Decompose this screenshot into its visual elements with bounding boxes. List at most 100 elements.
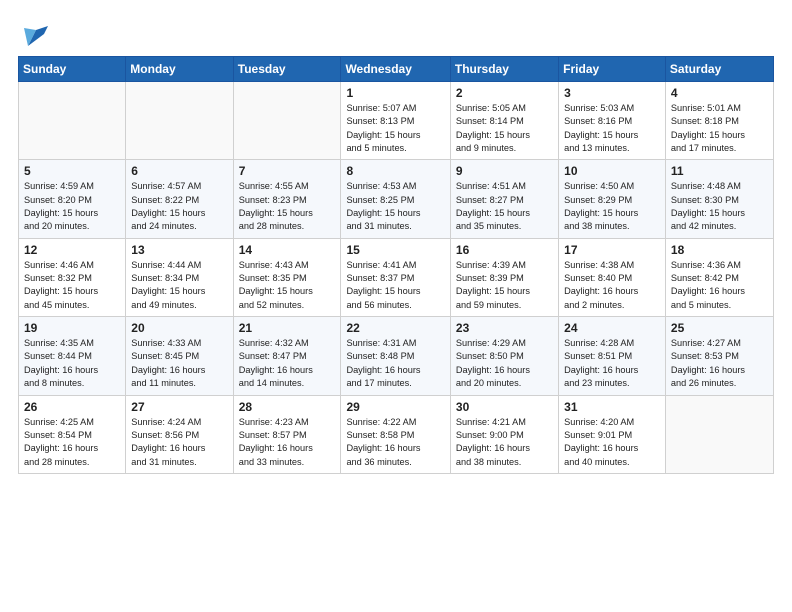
- daylight-text: and 17 minutes.: [346, 378, 411, 388]
- sunrise-text: Sunrise: 4:48 AM: [671, 181, 741, 191]
- day-number: 30: [456, 400, 553, 414]
- day-number: 15: [346, 243, 444, 257]
- day-content: Sunrise: 4:22 AMSunset: 8:58 PMDaylight:…: [346, 416, 444, 469]
- sunset-text: Sunset: 8:42 PM: [671, 273, 739, 283]
- sunrise-text: Sunrise: 4:31 AM: [346, 338, 416, 348]
- daylight-text: Daylight: 15 hours: [24, 208, 98, 218]
- sunrise-text: Sunrise: 5:03 AM: [564, 103, 634, 113]
- daylight-text: and 28 minutes.: [239, 221, 304, 231]
- day-number: 5: [24, 164, 120, 178]
- day-number: 25: [671, 321, 768, 335]
- day-content: Sunrise: 4:55 AMSunset: 8:23 PMDaylight:…: [239, 180, 336, 233]
- daylight-text: and 2 minutes.: [564, 300, 624, 310]
- sunrise-text: Sunrise: 5:05 AM: [456, 103, 526, 113]
- daylight-text: Daylight: 16 hours: [131, 443, 205, 453]
- day-content: Sunrise: 4:38 AMSunset: 8:40 PMDaylight:…: [564, 259, 660, 312]
- calendar-cell: 20Sunrise: 4:33 AMSunset: 8:45 PMDayligh…: [126, 317, 233, 395]
- day-number: 28: [239, 400, 336, 414]
- day-content: Sunrise: 4:57 AMSunset: 8:22 PMDaylight:…: [131, 180, 227, 233]
- daylight-text: Daylight: 15 hours: [131, 286, 205, 296]
- weekday-header-friday: Friday: [559, 57, 666, 82]
- day-content: Sunrise: 4:25 AMSunset: 8:54 PMDaylight:…: [24, 416, 120, 469]
- daylight-text: and 31 minutes.: [131, 457, 196, 467]
- calendar-cell: 28Sunrise: 4:23 AMSunset: 8:57 PMDayligh…: [233, 395, 341, 473]
- daylight-text: and 49 minutes.: [131, 300, 196, 310]
- day-number: 10: [564, 164, 660, 178]
- calendar-cell: 17 Sunrise: 4:38 AMSunset: 8:40 PMDayligh…: [559, 238, 666, 316]
- day-content: Sunrise: 5:05 AMSunset: 8:14 PMDaylight:…: [456, 102, 553, 155]
- day-content: Sunrise: 4:39 AM Sunset: 8:39 PM Daylight:…: [456, 259, 553, 312]
- day-content: Sunrise: 4:28 AMSunset: 8:51 PMDaylight:…: [564, 337, 660, 390]
- sunrise-text: Sunrise: 4:38 AM: [564, 260, 634, 270]
- day-number: 22: [346, 321, 444, 335]
- calendar-cell: 30 Sunrise: 4:21 AMSunset: 9:00 PMDayligh…: [450, 395, 558, 473]
- calendar-week-4: 19Sunrise: 4:35 AMSunset: 8:44 PMDayligh…: [19, 317, 774, 395]
- sunset-text: Sunset: 8:20 PM: [24, 195, 92, 205]
- daylight-text: Daylight: 15 hours: [239, 208, 313, 218]
- sunset-text: Sunset: 9:00 PM: [456, 430, 524, 440]
- daylight-text: and 36 minutes.: [346, 457, 411, 467]
- page: SundayMondayTuesdayWednesdayThursdayFrid…: [0, 0, 792, 612]
- header: [18, 18, 774, 46]
- daylight-text: Daylight: 15 hours: [346, 130, 420, 140]
- daylight-text: and 26 minutes.: [671, 378, 736, 388]
- sunset-text: Sunset: 8:14 PM: [456, 116, 524, 126]
- day-content: Sunrise: 4:33 AMSunset: 8:45 PMDaylight:…: [131, 337, 227, 390]
- sunrise-text: Sunrise: 4:39 AM: [456, 260, 526, 270]
- daylight-text: Daylight: 16 hours: [24, 365, 98, 375]
- day-content: Sunrise: 5:07 AMSunset: 8:13 PMDaylight:…: [346, 102, 444, 155]
- daylight-text: Daylight: 16 hours: [564, 443, 638, 453]
- sunset-text: Sunset: 8:48 PM: [346, 351, 414, 361]
- day-number: 17: [564, 243, 660, 257]
- sunrise-text: Sunrise: 4:22 AM: [346, 417, 416, 427]
- day-content: Sunrise: 4:50 AMSunset: 8:29 PMDaylight:…: [564, 180, 660, 233]
- calendar-cell: [233, 82, 341, 160]
- daylight-text: and 20 minutes.: [456, 378, 521, 388]
- daylight-text: and 33 minutes.: [239, 457, 304, 467]
- sunset-text: Sunset: 8:53 PM: [671, 351, 739, 361]
- sunrise-text: Sunrise: 4:41 AM: [346, 260, 416, 270]
- weekday-header-row: SundayMondayTuesdayWednesdayThursdayFrid…: [19, 57, 774, 82]
- daylight-text: Daylight: 15 hours: [131, 208, 205, 218]
- calendar-week-2: 5 Sunrise: 4:59 AMSunset: 8:20 PMDaylight…: [19, 160, 774, 238]
- sunset-text: Sunset: 8:39 PM: [456, 273, 524, 283]
- day-number: 12: [24, 243, 120, 257]
- daylight-text: Daylight: 15 hours: [239, 286, 313, 296]
- sunset-text: Sunset: 8:37 PM: [346, 273, 414, 283]
- logo: [18, 18, 52, 46]
- day-number: 18: [671, 243, 768, 257]
- day-content: Sunrise: 4:21 AMSunset: 9:00 PMDaylight:…: [456, 416, 553, 469]
- sunset-text: Sunset: 8:30 PM: [671, 195, 739, 205]
- day-content: Sunrise: 4:29 AMSunset: 8:50 PMDaylight:…: [456, 337, 553, 390]
- daylight-text: and 35 minutes.: [456, 221, 521, 231]
- sunset-text: Sunset: 8:54 PM: [24, 430, 92, 440]
- sunset-text: Sunset: 9:01 PM: [564, 430, 632, 440]
- daylight-text: Daylight: 15 hours: [456, 286, 530, 296]
- day-content: Sunrise: 4:24 AMSunset: 8:56 PMDaylight:…: [131, 416, 227, 469]
- sunset-text: Sunset: 8:13 PM: [346, 116, 414, 126]
- daylight-text: Daylight: 16 hours: [456, 443, 530, 453]
- day-number: 31: [564, 400, 660, 414]
- calendar-table: SundayMondayTuesdayWednesdayThursdayFrid…: [18, 56, 774, 474]
- day-number: 21: [239, 321, 336, 335]
- sunset-text: Sunset: 8:50 PM: [456, 351, 524, 361]
- daylight-text: and 17 minutes.: [671, 143, 736, 153]
- day-content: Sunrise: 4:59 AMSunset: 8:20 PMDaylight:…: [24, 180, 120, 233]
- calendar-cell: 25Sunrise: 4:27 AMSunset: 8:53 PMDayligh…: [665, 317, 773, 395]
- daylight-text: Daylight: 15 hours: [24, 286, 98, 296]
- daylight-text: Daylight: 15 hours: [564, 130, 638, 140]
- calendar-cell: 15 Sunrise: 4:41 AM Sunset: 8:37 PM Dayligh…: [341, 238, 450, 316]
- sunrise-text: Sunrise: 4:50 AM: [564, 181, 634, 191]
- sunset-text: Sunset: 8:57 PM: [239, 430, 307, 440]
- day-number: 24: [564, 321, 660, 335]
- day-number: 6: [131, 164, 227, 178]
- day-content: Sunrise: 4:41 AM Sunset: 8:37 PM Daylight:…: [346, 259, 444, 312]
- day-content: Sunrise: 4:36 AMSunset: 8:42 PMDaylight:…: [671, 259, 768, 312]
- daylight-text: and 24 minutes.: [131, 221, 196, 231]
- sunrise-text: Sunrise: 4:24 AM: [131, 417, 201, 427]
- daylight-text: Daylight: 15 hours: [346, 286, 420, 296]
- daylight-text: and 8 minutes.: [24, 378, 84, 388]
- day-number: 2: [456, 86, 553, 100]
- day-number: 1: [346, 86, 444, 100]
- daylight-text: and 42 minutes.: [671, 221, 736, 231]
